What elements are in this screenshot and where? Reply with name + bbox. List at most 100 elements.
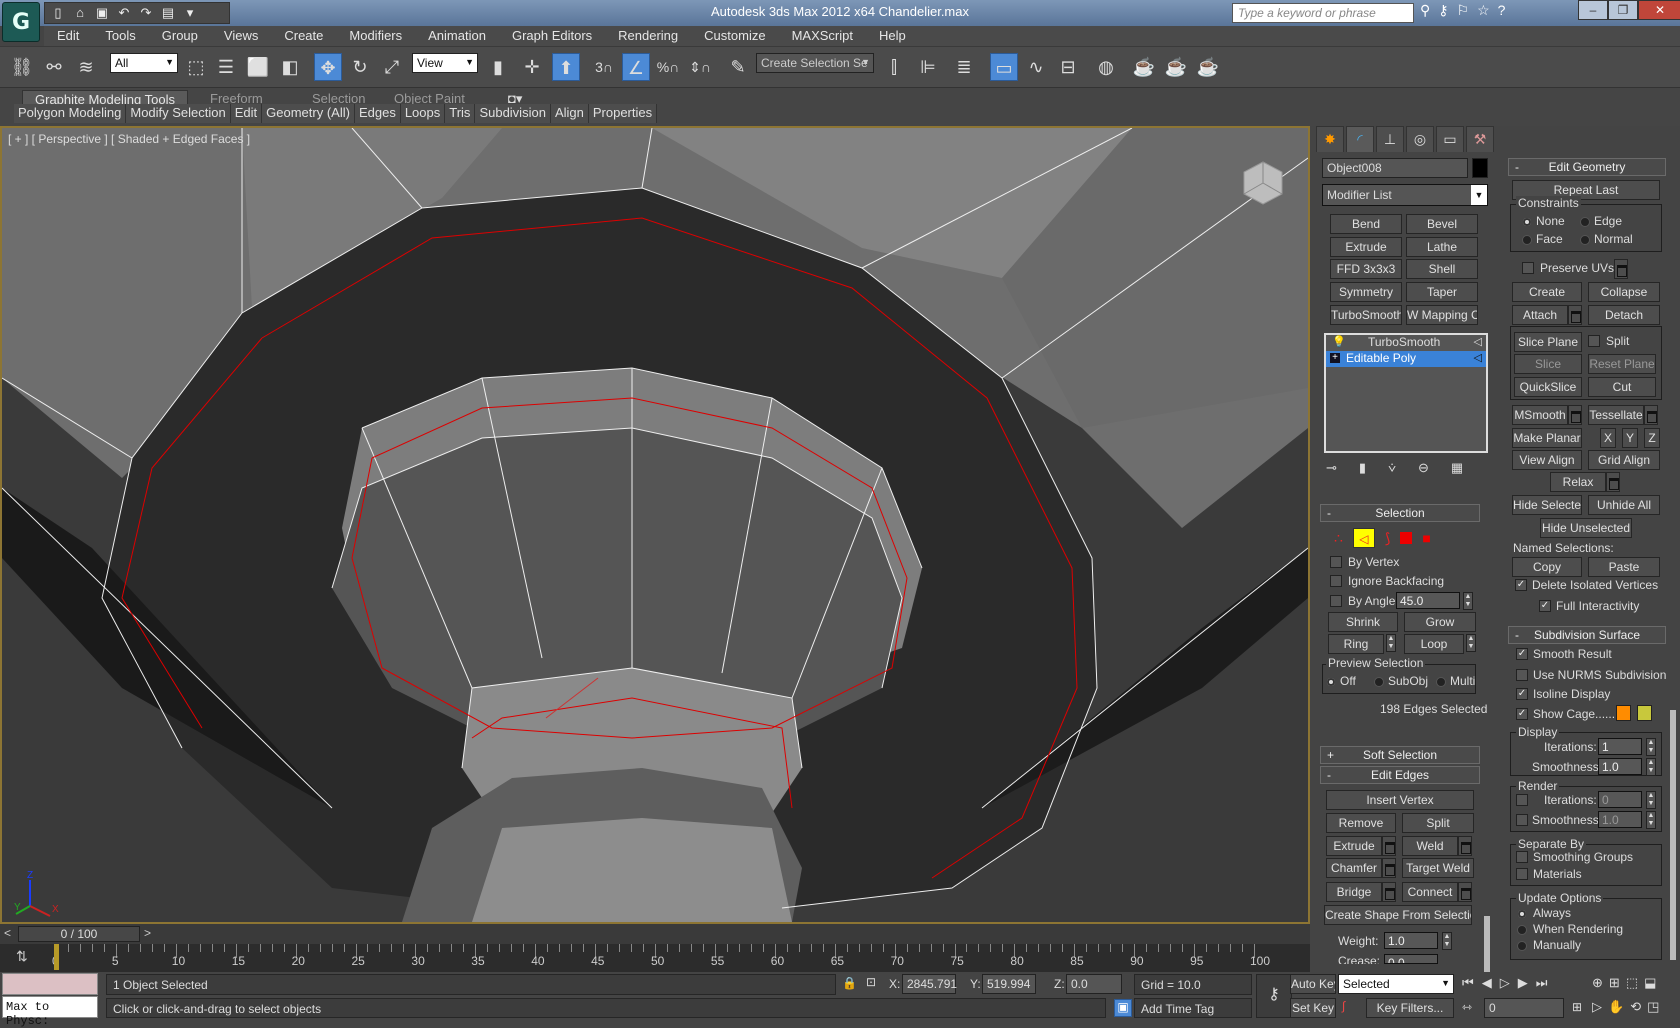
modifier-shell-button[interactable]: Shell bbox=[1406, 259, 1478, 279]
display-iterations-spinner[interactable]: ▲ ▼ bbox=[1646, 738, 1656, 756]
utilities-tab-icon[interactable]: ⚒ bbox=[1466, 126, 1494, 152]
update-always-radio[interactable] bbox=[1517, 909, 1527, 919]
make-planar-z-button[interactable]: Z bbox=[1644, 428, 1660, 448]
ignore-backfacing-checkbox[interactable] bbox=[1330, 575, 1342, 587]
window-crossing-icon[interactable]: ◧ bbox=[276, 53, 304, 81]
polygon-level-icon[interactable] bbox=[1400, 532, 1413, 544]
key-mode-dropdown[interactable]: Selected bbox=[1338, 974, 1454, 994]
edit-edges-rollout-header[interactable]: - Edit Edges bbox=[1320, 766, 1480, 784]
menu-modifiers[interactable]: Modifiers bbox=[336, 26, 415, 46]
modifier-bend-button[interactable]: Bend bbox=[1330, 214, 1402, 234]
tessellate-button[interactable]: Tessellate bbox=[1588, 405, 1644, 425]
curve-editor-icon[interactable]: ∿ bbox=[1022, 53, 1050, 81]
default-tangents-icon[interactable]: ∫ bbox=[1342, 999, 1345, 1013]
undo-icon[interactable]: ↶ bbox=[115, 4, 133, 22]
zoom-icon[interactable]: ⊕ bbox=[1592, 975, 1603, 991]
delete-isolated-checkbox[interactable]: ✓ bbox=[1515, 579, 1527, 591]
bridge-settings-icon[interactable] bbox=[1382, 882, 1396, 902]
angle-field[interactable]: 45.0 bbox=[1396, 592, 1460, 609]
ring-button[interactable]: Ring bbox=[1328, 634, 1384, 654]
key-filters-button[interactable]: Key Filters... bbox=[1366, 998, 1454, 1018]
select-and-rotate-icon[interactable]: ↻ bbox=[346, 53, 374, 81]
relax-settings-icon[interactable] bbox=[1606, 472, 1620, 492]
stack-item-turbosmooth[interactable]: 💡 TurboSmooth ◁ bbox=[1326, 335, 1486, 351]
open-file-icon[interactable]: ⌂ bbox=[71, 4, 89, 22]
panel-edges[interactable]: Edges bbox=[354, 104, 401, 123]
panel-loops[interactable]: Loops bbox=[400, 104, 446, 123]
render-smoothness-field[interactable]: 1.0 bbox=[1598, 811, 1642, 828]
msmooth-button[interactable]: MSmooth bbox=[1512, 405, 1568, 425]
render-iterations-spinner[interactable]: ▲ ▼ bbox=[1646, 791, 1656, 809]
constraint-face-radio[interactable] bbox=[1522, 235, 1532, 245]
y-coordinate-field[interactable]: 519.994 bbox=[982, 974, 1036, 994]
preview-off-radio[interactable] bbox=[1326, 677, 1336, 687]
remove-button[interactable]: Remove bbox=[1326, 813, 1396, 833]
menu-create[interactable]: Create bbox=[271, 26, 336, 46]
selection-lock-icon[interactable]: 🔒 bbox=[842, 976, 857, 990]
zoom-extents-icon[interactable]: ⬚ bbox=[1626, 975, 1638, 991]
weld-button[interactable]: Weld bbox=[1402, 836, 1458, 856]
cage-color-swatch-2[interactable] bbox=[1637, 705, 1652, 721]
field-of-view-icon[interactable]: ▷ bbox=[1592, 999, 1602, 1015]
create-button[interactable]: Create bbox=[1512, 282, 1582, 302]
panel-modify-selection[interactable]: Modify Selection bbox=[126, 104, 231, 123]
split-checkbox[interactable] bbox=[1588, 335, 1600, 347]
material-editor-icon[interactable]: ◍ bbox=[1092, 53, 1120, 81]
current-frame-marker[interactable] bbox=[54, 944, 59, 970]
show-end-result-icon[interactable]: ◁ bbox=[1474, 335, 1482, 348]
modifier-lathe-button[interactable]: Lathe bbox=[1406, 237, 1478, 257]
display-tab-icon[interactable]: ▭ bbox=[1436, 126, 1464, 152]
panel-tris[interactable]: Tris bbox=[445, 104, 476, 123]
weight-field[interactable]: 1.0 bbox=[1384, 932, 1438, 949]
maxscript-mini-listener[interactable]: Max to Physc: bbox=[2, 996, 98, 1028]
display-iterations-field[interactable]: 1 bbox=[1598, 738, 1642, 755]
preview-multi-radio[interactable] bbox=[1436, 677, 1446, 687]
make-unique-icon[interactable]: ⩒ bbox=[1388, 460, 1396, 476]
add-time-tag-button[interactable]: Add Time Tag bbox=[1134, 998, 1252, 1018]
key-mode-toggle-icon[interactable]: ⇿ bbox=[1462, 1000, 1472, 1014]
ring-spinner[interactable]: ▲ ▼ bbox=[1386, 634, 1396, 652]
next-frame-icon[interactable]: ▶ bbox=[1518, 975, 1528, 991]
search-input[interactable]: Type a keyword or phrase bbox=[1232, 3, 1414, 23]
go-to-start-icon[interactable]: ⏮ bbox=[1462, 975, 1474, 991]
pan-view-icon[interactable]: ✋ bbox=[1608, 999, 1624, 1015]
show-end-result-icon[interactable]: ◁ bbox=[1474, 351, 1482, 364]
time-tag-icon[interactable]: ▣ bbox=[1114, 999, 1132, 1017]
render-smoothness-spinner[interactable]: ▲ ▼ bbox=[1646, 811, 1656, 829]
selection-rollout-header[interactable]: - Selection bbox=[1320, 504, 1480, 522]
preserve-uvs-settings-icon[interactable] bbox=[1614, 259, 1628, 279]
grow-button[interactable]: Grow bbox=[1404, 612, 1476, 632]
angle-spinner[interactable]: ▲ ▼ bbox=[1463, 592, 1473, 610]
time-slider-next[interactable]: > bbox=[144, 926, 151, 940]
target-weld-button[interactable]: Target Weld bbox=[1402, 858, 1474, 878]
star-icon[interactable]: ☆ bbox=[1477, 2, 1490, 19]
qat-dropdown-icon[interactable]: ▾ bbox=[181, 4, 199, 22]
absolute-mode-icon[interactable]: ⊡ bbox=[866, 975, 876, 989]
named-selection-dropdown[interactable]: Create Selection Se bbox=[756, 53, 874, 73]
schematic-view-icon[interactable]: ⊟ bbox=[1054, 53, 1082, 81]
edit-named-selection-icon[interactable]: ✎ bbox=[724, 53, 752, 81]
show-cage-checkbox[interactable]: ✓ bbox=[1516, 708, 1528, 720]
menu-animation[interactable]: Animation bbox=[415, 26, 499, 46]
save-file-icon[interactable]: ▣ bbox=[93, 4, 111, 22]
viewport-label[interactable]: [ + ] [ Perspective ] [ Shaded + Edged F… bbox=[8, 132, 250, 146]
loop-spinner[interactable]: ▲ ▼ bbox=[1466, 634, 1476, 652]
split-button[interactable]: Split bbox=[1402, 813, 1474, 833]
chamfer-button[interactable]: Chamfer bbox=[1326, 858, 1382, 878]
select-and-scale-icon[interactable]: ⤢ bbox=[378, 53, 406, 81]
manipulate-icon[interactable]: ✛ bbox=[518, 53, 546, 81]
constraint-edge-radio[interactable] bbox=[1580, 217, 1590, 227]
remove-modifier-icon[interactable]: ⊖ bbox=[1418, 460, 1429, 476]
minimize-button[interactable]: – bbox=[1578, 0, 1608, 20]
preview-subobj-radio[interactable] bbox=[1374, 677, 1384, 687]
menu-tools[interactable]: Tools bbox=[92, 26, 148, 46]
smoothing-groups-checkbox[interactable] bbox=[1516, 851, 1528, 863]
by-vertex-checkbox[interactable] bbox=[1330, 556, 1342, 568]
object-name-field[interactable]: Object008 bbox=[1322, 158, 1468, 178]
time-slider-prev[interactable]: < bbox=[4, 926, 11, 940]
element-level-icon[interactable]: ■ bbox=[1422, 530, 1430, 546]
slice-plane-button[interactable]: Slice Plane bbox=[1514, 332, 1582, 352]
panel-polygon-modeling[interactable]: Polygon Modeling bbox=[14, 104, 127, 123]
play-icon[interactable]: ▷ bbox=[1500, 975, 1510, 991]
pivot-center-icon[interactable]: ▮ bbox=[484, 53, 512, 81]
